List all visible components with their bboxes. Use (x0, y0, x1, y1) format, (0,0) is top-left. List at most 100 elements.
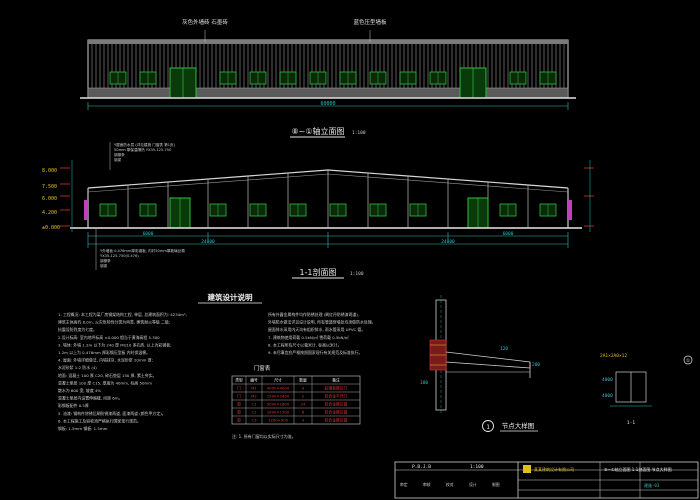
door-table-cell: 门 (237, 386, 241, 391)
door-table-cell: 24 (301, 402, 306, 407)
note-bot-3: 钢檩条 (100, 258, 111, 263)
design-note-line: 彩钢板配件 0.5厚 (58, 403, 89, 408)
design-note-right-line: 9. 未尽事宜应严格按照国家现行有关规范及标准执行。 (268, 350, 362, 355)
sec-dim-4: 6000 (503, 231, 514, 237)
design-note-line: 散水为 600 宽, 坡度 4% (58, 388, 101, 393)
door-table-note: 注: 1. 所有门窗均以实际尺寸为准。 (232, 433, 296, 439)
elevation-parapet (88, 40, 568, 44)
title-drawing-no: 建施-03 (644, 482, 660, 488)
title-company: 某某建筑设计有限公司 (534, 466, 574, 472)
door-table-cell: 彩钢板推拉门 (325, 386, 348, 391)
elev-mark-2: 7.500 (42, 184, 57, 190)
detail-dim-1: 4000 (602, 377, 613, 383)
door-table-cell: 1500×2400 (267, 394, 290, 399)
door-table-cell: M1 (251, 386, 257, 391)
elevation-title: ⑧~①轴立面图 (291, 126, 344, 136)
door-table-header: 备注 (332, 378, 340, 383)
section-notes-bottom: Y外墙板 0.476mm厚彩钢板, 内衬50mm厚玻璃丝棉 YX35-125-7… (95, 228, 185, 270)
title-project: ⑧~①轴立面图 1-1剖面图 节点大样图 (604, 466, 672, 472)
door-table-cell: 铝合金平开门 (325, 394, 348, 399)
detail-beam (445, 351, 531, 369)
door-table-header: 尺寸 (274, 378, 282, 383)
design-notes-right-column: 所有外露金属构件均作防锈处理 (刷红丹防锈漆两道), 外墙防水做法详见设计说明, … (268, 312, 376, 355)
design-note-line: 钢板: 1.5mm 钢板: 1.5mm (58, 426, 108, 431)
door-table-header: 类型 (235, 378, 243, 383)
detail-view: 120 200 180 1 节点大样图 2A1×2A0×12 4000 4000… (420, 295, 693, 432)
note-top-2: 50mm 厚保温隔热 YX35-125-750 (114, 147, 172, 152)
door-table-cell: 4 (302, 386, 305, 391)
title-block: P.B.J.B 1:100 某某建筑设计有限公司 ⑧~①轴立面图 1-1剖面图 … (394, 461, 699, 499)
door-table-grid: 类型 编号 尺寸 数量 备注门 M1 4000×4000 4 彩钢板推拉门门 M2 1500×240… (231, 375, 361, 425)
title-role: 审定 (400, 482, 408, 487)
door-table-cell: 门 (237, 394, 241, 399)
elev-mark-1: 8.000 (42, 168, 57, 174)
door-table-cell: 8 (302, 410, 305, 415)
elevation-scale: 1:100 (352, 130, 366, 136)
door-table-cell: 铝合金推拉窗 (325, 410, 348, 415)
title-role: 设计 (469, 482, 477, 487)
design-notes-left-column: 1. 工程概况: 本工程为某厂房钢架结构工程, 单层, 总建筑面积为: 4234… (58, 312, 187, 431)
design-note-right-line: 外墙防水做法详见设计说明, 所有管道穿墙处均须做防水处理。 (268, 320, 376, 325)
door-window-table: 门窗表 类型 编号 尺寸 数量 备注门 M1 4000×4000 4 彩钢板推拉门门 M2 1500… (231, 364, 361, 439)
door-table-title: 门窗表 (254, 364, 271, 372)
detail-dim-2: 4000 (602, 393, 613, 399)
design-note-line: 混凝土垫层 100 厚 C15, 厚度为 40mm, 标高 50mm (58, 380, 152, 385)
design-note-line: 抗震设防烈度为七度。 (58, 327, 97, 332)
detail-label-1: 120 (500, 346, 508, 352)
note-bot-4: 钢梁 (100, 263, 108, 268)
drawing-canvas: 60000 灰色外墙砖 石墨砖 蓝色压型墙板 ⑧~①轴立面图 1:100 8.0… (42, 18, 699, 499)
section-title: 1-1剖面图 (299, 267, 336, 277)
design-note-right-line: 屋面排水采用内天沟有组织排水, 雨水管采用 UPVC 管。 (268, 327, 365, 332)
section-dimensions: 6000 24000 24000 6000 (87, 231, 569, 248)
detail-label-3: 180 (420, 380, 428, 386)
section-columns (87, 170, 569, 228)
section-scale: 1:100 (350, 271, 364, 277)
elevation-view: 60000 灰色外墙砖 石墨砖 蓝色压型墙板 ⑧~①轴立面图 1:100 (80, 18, 576, 138)
note-top-1: Y屋面防水层 (详见建施 门窗表 第1页) (114, 142, 176, 147)
title-design-no: P.B.J.B (412, 464, 431, 470)
section-elevation-marks-right (584, 160, 594, 232)
section-notes-top: Y屋面防水层 (详见建施 门窗表 第1页) 50mm 厚保温隔热 YX35-12… (109, 142, 176, 170)
door-table-cell: 2 (302, 394, 305, 399)
sec-dim-3: 24000 (441, 239, 455, 245)
design-note-line: 水泥砂浆 1:2 防水 (4) (58, 365, 97, 370)
title-block-roles: 审定 审核 校对 设计 制图 (400, 482, 500, 487)
design-note-line: 建筑主体高约 8.0m, 火灾危险性分类为丙类, 建筑耐火等级 二级; (58, 320, 170, 325)
detail-number: 1 (486, 424, 490, 431)
sec-dim-1: 6000 (143, 231, 154, 237)
door-table-cell: 4000×4000 (267, 386, 290, 391)
door-table-cell: 1800×1500 (267, 410, 290, 415)
title-role: 审核 (423, 482, 431, 487)
door-table-header: 编号 (250, 378, 258, 383)
detail-title: 节点大样图 (502, 421, 535, 430)
door-table-cell: 3000×1800 (267, 402, 290, 407)
design-notes-title: 建筑设计说明 (207, 292, 253, 302)
elevation-label-left: 灰色外墙砖 石墨砖 (182, 18, 228, 26)
door-table-cell: C2 (251, 410, 257, 415)
detail-sub-label: 1-1 (627, 420, 635, 426)
note-bot-2: YX35-125-750(0.476) (100, 254, 139, 258)
door-table-cell: M2 (251, 394, 257, 399)
elev-mark-3: 6.000 (42, 196, 57, 202)
note-bot-1: Y外墙板 0.476mm厚彩钢板, 内衬50mm厚玻璃丝棉 (100, 248, 185, 253)
design-note-line: 3. 墙体: 外墙 1.2m 以下为 240 厚 MU10 多孔砖, 以上为彩钢… (58, 342, 171, 347)
section-marker-right (568, 200, 572, 220)
title-role: 校对 (446, 482, 454, 487)
door-table-cell: 窗 (237, 402, 241, 407)
design-note-right-line: 7. 建筑物使用荷载 0.5kN/㎡ 雪荷载 0.5kN/㎡ (268, 335, 349, 340)
sec-dim-2: 24000 (201, 239, 215, 245)
company-logo (523, 465, 531, 473)
door-table-cell: 窗 (237, 418, 241, 423)
door-table-header: 数量 (299, 378, 307, 383)
detail-label-2: 200 (532, 362, 540, 368)
design-note-right-line: 所有外露金属构件均作防锈处理 (刷红丹防锈漆两道), (268, 312, 359, 317)
elevation-dim-text: 60000 (320, 101, 335, 107)
design-note-line: 混凝土垫层内设置伸缩缝, 间距 6m。 (58, 396, 122, 401)
door-table-cell: 窗 (237, 410, 241, 415)
elevation-brick-base (87, 87, 569, 99)
door-table-cell: 4 (302, 418, 305, 423)
elevation-label-right: 蓝色压型墙板 (353, 18, 387, 26)
design-note-line: 1.2m 以上为 0.476mm 厚彩钢压型板 内衬保温棉。 (58, 350, 150, 355)
door-table-cell: 铝合金推拉窗 (325, 402, 348, 407)
note-top-3: 钢檩条 (114, 152, 125, 157)
